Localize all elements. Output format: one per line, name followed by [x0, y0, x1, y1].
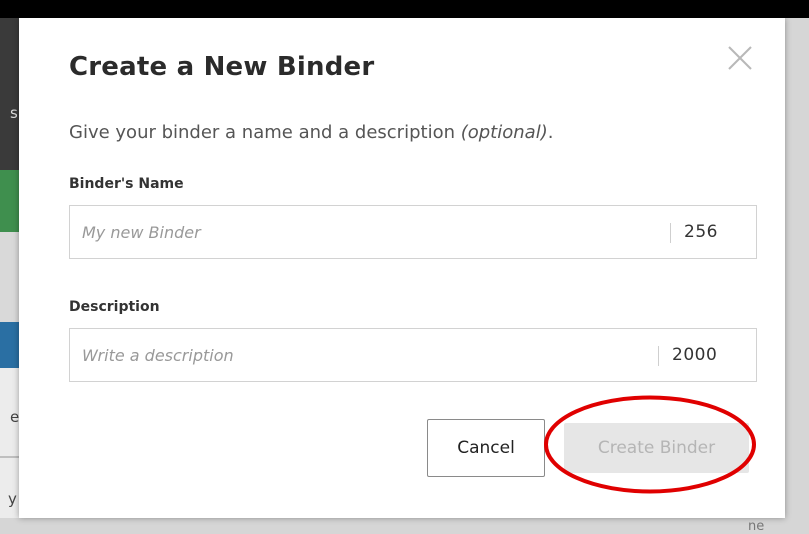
description-char-count: 2000: [672, 345, 718, 365]
background-right-strip: [785, 18, 809, 534]
dialog-subtitle: Give your binder a name and a descriptio…: [69, 122, 553, 143]
screen: s e y ne Create a New Binder Give your b…: [0, 0, 809, 534]
field-divider: [670, 223, 671, 243]
description-input[interactable]: [70, 329, 650, 381]
description-label: Description: [69, 299, 160, 315]
background-bottom-strip: [0, 518, 809, 534]
field-divider: [658, 346, 659, 366]
dialog-title: Create a New Binder: [69, 52, 375, 82]
cancel-button[interactable]: Cancel: [427, 419, 545, 477]
background-text-fragment: s: [10, 104, 18, 122]
subtitle-text: Give your binder a name and a descriptio…: [69, 122, 461, 143]
description-field: 2000: [69, 328, 757, 382]
close-icon: [728, 46, 752, 70]
background-top-bar: [0, 0, 809, 18]
binder-name-input[interactable]: [70, 206, 660, 258]
binder-name-label: Binder's Name: [69, 176, 184, 192]
create-binder-button[interactable]: Create Binder: [564, 423, 749, 473]
binder-name-char-count: 256: [684, 222, 718, 242]
binder-name-field: 256: [69, 205, 757, 259]
create-binder-dialog: Create a New Binder Give your binder a n…: [19, 18, 785, 518]
subtitle-optional: (optional): [460, 122, 548, 143]
background-text-fragment: ne: [748, 519, 765, 534]
subtitle-period: .: [547, 122, 554, 143]
background-text-fragment: y: [8, 490, 17, 508]
close-button[interactable]: [726, 44, 754, 72]
background-text-fragment: e: [10, 408, 20, 426]
